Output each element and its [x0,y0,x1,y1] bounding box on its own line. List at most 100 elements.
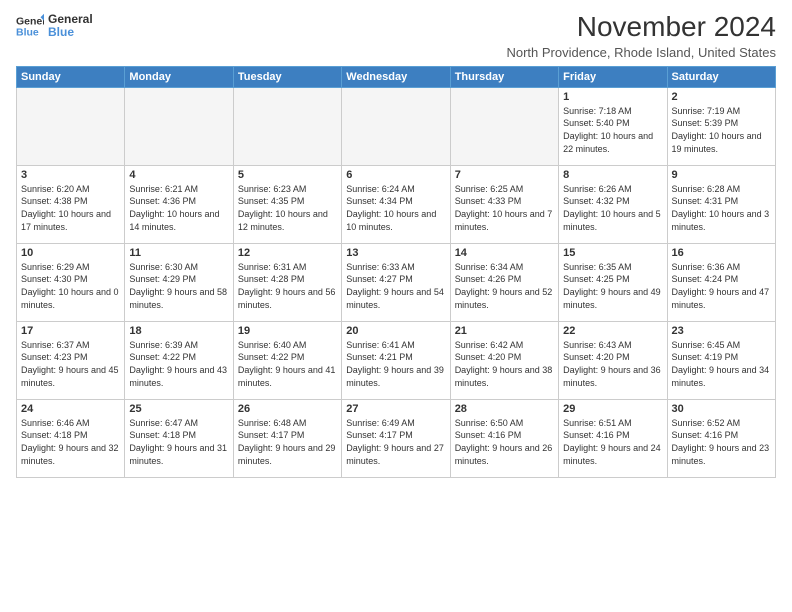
day-info: Sunrise: 6:43 AM Sunset: 4:20 PM Dayligh… [563,339,662,389]
day-number: 2 [672,91,771,103]
day-info: Sunrise: 6:40 AM Sunset: 4:22 PM Dayligh… [238,339,337,389]
col-saturday: Saturday [667,66,775,87]
day-info: Sunrise: 6:34 AM Sunset: 4:26 PM Dayligh… [455,261,554,311]
day-info: Sunrise: 6:47 AM Sunset: 4:18 PM Dayligh… [129,417,228,467]
svg-text:General: General [16,15,44,27]
table-row: 29 Sunrise: 6:51 AM Sunset: 4:16 PM Dayli… [559,399,667,477]
table-row [450,87,558,165]
calendar-table: Sunday Monday Tuesday Wednesday Thursday… [16,66,776,478]
page: General Blue General Blue November 2024 … [0,0,792,612]
day-info: Sunrise: 6:28 AM Sunset: 4:31 PM Dayligh… [672,183,771,233]
table-row: 18 Sunrise: 6:39 AM Sunset: 4:22 PM Dayli… [125,321,233,399]
table-row: 21Sunrise: 6:42 AM Sunset: 4:20 PM Dayli… [450,321,558,399]
day-number: 30 [672,403,771,415]
day-info: Sunrise: 6:36 AM Sunset: 4:24 PM Dayligh… [672,261,771,311]
table-row [342,87,450,165]
day-info: Sunrise: 6:33 AM Sunset: 4:27 PM Dayligh… [346,261,445,311]
day-number: 26 [238,403,337,415]
table-row [233,87,341,165]
day-info: Sunrise: 6:42 AM Sunset: 4:20 PM Dayligh… [455,339,554,389]
month-title: November 2024 [506,12,776,43]
table-row: 4 Sunrise: 6:21 AM Sunset: 4:36 PM Daylig… [125,165,233,243]
table-row: 19 Sunrise: 6:40 AM Sunset: 4:22 PM Dayli… [233,321,341,399]
day-info: Sunrise: 7:19 AM Sunset: 5:39 PM Dayligh… [672,105,771,155]
table-row: 15 Sunrise: 6:35 AM Sunset: 4:25 PM Dayli… [559,243,667,321]
table-row: 16 Sunrise: 6:36 AM Sunset: 4:24 PM Dayli… [667,243,775,321]
calendar-week-row: 1 Sunrise: 7:18 AM Sunset: 5:40 PM Daylig… [17,87,776,165]
col-friday: Friday [559,66,667,87]
day-number: 29 [563,403,662,415]
table-row: 22 Sunrise: 6:43 AM Sunset: 4:20 PM Dayli… [559,321,667,399]
table-row: 24Sunrise: 6:46 AM Sunset: 4:18 PM Dayli… [17,399,125,477]
day-info: Sunrise: 6:24 AM Sunset: 4:34 PM Dayligh… [346,183,445,233]
calendar-header-row: Sunday Monday Tuesday Wednesday Thursday… [17,66,776,87]
table-row: 27 Sunrise: 6:49 AM Sunset: 4:17 PM Dayli… [342,399,450,477]
col-monday: Monday [125,66,233,87]
table-row: 7Sunrise: 6:25 AM Sunset: 4:33 PM Daylig… [450,165,558,243]
day-number: 1 [563,91,662,103]
table-row: 10Sunrise: 6:29 AM Sunset: 4:30 PM Dayli… [17,243,125,321]
day-number: 9 [672,169,771,181]
table-row: 6Sunrise: 6:24 AM Sunset: 4:34 PM Daylig… [342,165,450,243]
day-number: 23 [672,325,771,337]
day-number: 10 [21,247,120,259]
day-info: Sunrise: 6:25 AM Sunset: 4:33 PM Dayligh… [455,183,554,233]
day-number: 4 [129,169,228,181]
day-number: 20 [346,325,445,337]
day-number: 16 [672,247,771,259]
day-info: Sunrise: 6:49 AM Sunset: 4:17 PM Dayligh… [346,417,445,467]
day-info: Sunrise: 6:51 AM Sunset: 4:16 PM Dayligh… [563,417,662,467]
day-info: Sunrise: 6:31 AM Sunset: 4:28 PM Dayligh… [238,261,337,311]
day-info: Sunrise: 6:21 AM Sunset: 4:36 PM Dayligh… [129,183,228,233]
table-row: 28Sunrise: 6:50 AM Sunset: 4:16 PM Dayli… [450,399,558,477]
day-number: 11 [129,247,228,259]
table-row: 1 Sunrise: 7:18 AM Sunset: 5:40 PM Daylig… [559,87,667,165]
day-info: Sunrise: 6:35 AM Sunset: 4:25 PM Dayligh… [563,261,662,311]
table-row: 5Sunrise: 6:23 AM Sunset: 4:35 PM Daylig… [233,165,341,243]
day-info: Sunrise: 6:48 AM Sunset: 4:17 PM Dayligh… [238,417,337,467]
calendar-week-row: 24Sunrise: 6:46 AM Sunset: 4:18 PM Dayli… [17,399,776,477]
table-row [17,87,125,165]
day-info: Sunrise: 6:45 AM Sunset: 4:19 PM Dayligh… [672,339,771,389]
day-info: Sunrise: 6:41 AM Sunset: 4:21 PM Dayligh… [346,339,445,389]
title-area: November 2024 North Providence, Rhode Is… [506,12,776,60]
day-number: 19 [238,325,337,337]
day-number: 14 [455,247,554,259]
calendar-week-row: 10Sunrise: 6:29 AM Sunset: 4:30 PM Dayli… [17,243,776,321]
day-info: Sunrise: 6:37 AM Sunset: 4:23 PM Dayligh… [21,339,120,389]
day-info: Sunrise: 7:18 AM Sunset: 5:40 PM Dayligh… [563,105,662,155]
day-number: 5 [238,169,337,181]
table-row: 30Sunrise: 6:52 AM Sunset: 4:16 PM Dayli… [667,399,775,477]
day-info: Sunrise: 6:46 AM Sunset: 4:18 PM Dayligh… [21,417,120,467]
day-number: 13 [346,247,445,259]
table-row: 20 Sunrise: 6:41 AM Sunset: 4:21 PM Dayli… [342,321,450,399]
day-number: 18 [129,325,228,337]
header: General Blue General Blue November 2024 … [16,12,776,60]
col-tuesday: Tuesday [233,66,341,87]
table-row: 13 Sunrise: 6:33 AM Sunset: 4:27 PM Dayli… [342,243,450,321]
col-wednesday: Wednesday [342,66,450,87]
table-row: 26 Sunrise: 6:48 AM Sunset: 4:17 PM Dayli… [233,399,341,477]
day-info: Sunrise: 6:26 AM Sunset: 4:32 PM Dayligh… [563,183,662,233]
logo-icon: General Blue [16,12,44,40]
calendar-week-row: 3Sunrise: 6:20 AM Sunset: 4:38 PM Daylig… [17,165,776,243]
table-row: 8 Sunrise: 6:26 AM Sunset: 4:32 PM Daylig… [559,165,667,243]
day-number: 12 [238,247,337,259]
day-number: 15 [563,247,662,259]
day-number: 22 [563,325,662,337]
table-row [125,87,233,165]
day-number: 17 [21,325,120,337]
day-info: Sunrise: 6:20 AM Sunset: 4:38 PM Dayligh… [21,183,120,233]
col-thursday: Thursday [450,66,558,87]
table-row: 3Sunrise: 6:20 AM Sunset: 4:38 PM Daylig… [17,165,125,243]
day-number: 8 [563,169,662,181]
day-info: Sunrise: 6:50 AM Sunset: 4:16 PM Dayligh… [455,417,554,467]
table-row: 23 Sunrise: 6:45 AM Sunset: 4:19 PM Dayli… [667,321,775,399]
table-row: 17 Sunrise: 6:37 AM Sunset: 4:23 PM Dayli… [17,321,125,399]
day-info: Sunrise: 6:39 AM Sunset: 4:22 PM Dayligh… [129,339,228,389]
day-number: 25 [129,403,228,415]
svg-text:Blue: Blue [16,27,39,39]
day-info: Sunrise: 6:30 AM Sunset: 4:29 PM Dayligh… [129,261,228,311]
calendar-week-row: 17 Sunrise: 6:37 AM Sunset: 4:23 PM Dayli… [17,321,776,399]
day-number: 27 [346,403,445,415]
